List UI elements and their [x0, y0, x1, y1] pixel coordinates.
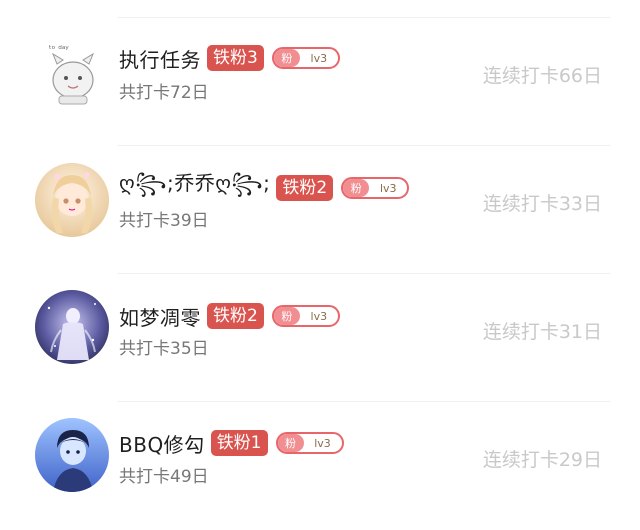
name-line: 如梦凋零 铁粉2 粉 lv3	[119, 301, 340, 331]
fan-level: lv3	[379, 181, 397, 195]
fan-level: lv3	[310, 309, 328, 323]
member-name[interactable]: ღ꧂;乔乔ღ꧂;	[119, 167, 270, 209]
member-name[interactable]: 如梦凋零	[119, 302, 201, 331]
fan-tag: 粉	[273, 49, 300, 67]
night-figure-avatar-icon	[35, 290, 109, 364]
total-checkin-text: 共打卡72日	[119, 83, 209, 103]
total-checkin-text: 共打卡49日	[119, 467, 209, 487]
fan-level-badge: 粉 lv3	[271, 47, 340, 69]
avatar[interactable]	[35, 163, 109, 237]
fan-level-badge: 粉 lv3	[275, 432, 344, 454]
fan-tag: 粉	[277, 434, 304, 452]
streak-checkin-text: 连续打卡66日	[482, 65, 602, 87]
list-item[interactable]: ღ꧂;乔乔ღ꧂; 铁粉2 粉 lv3 共打卡39日 连续打卡33日	[0, 146, 640, 274]
iron-fan-badge: 铁粉2	[207, 303, 264, 329]
iron-fan-badge: 铁粉3	[207, 45, 264, 71]
streak-checkin-text: 连续打卡29日	[482, 449, 602, 471]
fan-tag: 粉	[343, 179, 370, 197]
cartoon-sketch-avatar-icon: ᵗᵒ ᵈᵃʸ	[35, 38, 109, 112]
total-checkin-text: 共打卡39日	[119, 211, 209, 231]
fan-tag: 粉	[273, 307, 300, 325]
streak-checkin-text: 连续打卡31日	[482, 321, 602, 343]
fan-level: lv3	[314, 436, 331, 450]
svg-text:ᵗᵒ ᵈᵃʸ: ᵗᵒ ᵈᵃʸ	[49, 45, 69, 55]
avatar[interactable]	[35, 418, 109, 492]
avatar[interactable]: ᵗᵒ ᵈᵃʸ	[35, 38, 109, 112]
blue-boy-avatar-icon	[35, 418, 109, 492]
name-line: ღ꧂;乔乔ღ꧂; 铁粉2 粉 lv3	[119, 171, 410, 203]
avatar[interactable]	[35, 290, 109, 364]
fan-level: lv3	[310, 51, 328, 65]
list-item[interactable]: 如梦凋零 铁粉2 粉 lv3 共打卡35日 连续打卡31日	[0, 274, 640, 402]
anime-girl-avatar-icon	[35, 163, 109, 237]
fan-level-badge: 粉 lv3	[341, 177, 410, 199]
streak-checkin-text: 连续打卡33日	[482, 193, 602, 215]
member-name[interactable]: BBQ修勾	[119, 429, 205, 458]
iron-fan-badge: 铁粉1	[210, 430, 268, 456]
name-line: 执行任务 铁粉3 粉 lv3	[119, 43, 340, 73]
list-item[interactable]: ᵗᵒ ᵈᵃʸ 执行任务 铁粉3 粉 lv3 共打卡72日 连续打卡66日	[0, 18, 640, 146]
fan-level-badge: 粉 lv3	[271, 305, 340, 327]
fan-checkin-list: ᵗᵒ ᵈᵃʸ 执行任务 铁粉3 粉 lv3 共打卡72日 连续打卡66日 ღ꧂;…	[0, 0, 640, 511]
iron-fan-badge: 铁粉2	[276, 175, 334, 201]
total-checkin-text: 共打卡35日	[119, 339, 209, 359]
name-line: BBQ修勾 铁粉1 粉 lv3	[119, 428, 344, 458]
member-name[interactable]: 执行任务	[119, 44, 201, 73]
